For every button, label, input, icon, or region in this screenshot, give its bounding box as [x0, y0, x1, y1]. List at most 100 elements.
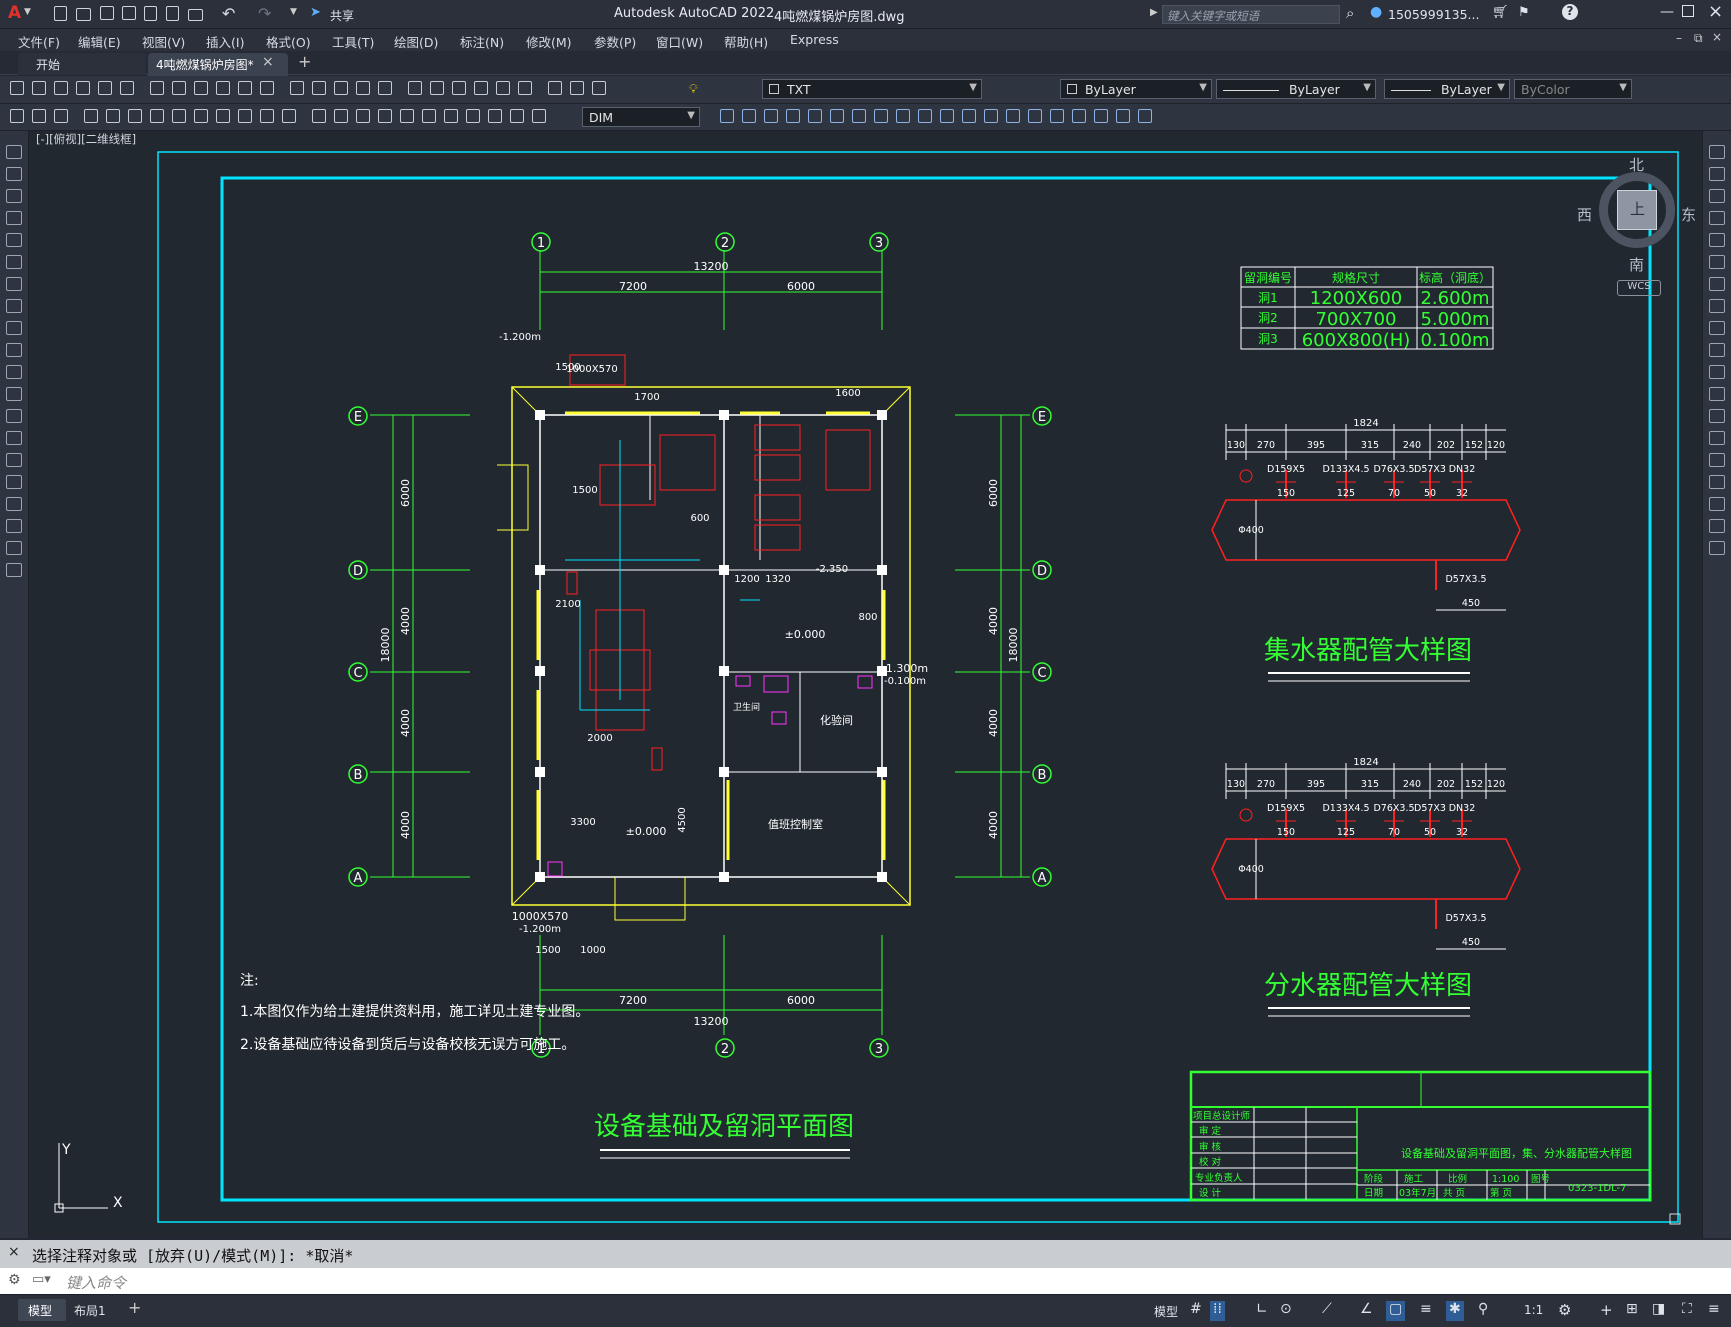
command-input[interactable]: 键入命令	[66, 1272, 126, 1293]
user-account[interactable]: 1505999135...	[1388, 7, 1479, 22]
plot-preview-icon[interactable]	[98, 81, 112, 95]
draw-tool-17-icon[interactable]	[6, 497, 22, 511]
open-icon[interactable]	[32, 81, 46, 95]
modify-side-tool-4-icon[interactable]	[1709, 211, 1725, 225]
modify-side-tool-13-icon[interactable]	[1709, 409, 1725, 423]
save-web-icon[interactable]	[166, 6, 179, 21]
draw-tool-12-icon[interactable]	[6, 387, 22, 401]
viewport-controls[interactable]: [-][俯视][二维线框]	[36, 132, 136, 147]
wcs-menu[interactable]: WCS	[1617, 280, 1661, 296]
maximize-button[interactable]	[1682, 5, 1694, 17]
modify-tool-17-icon[interactable]	[1072, 109, 1086, 123]
dim-tool-10-icon[interactable]	[216, 109, 230, 123]
search-box[interactable]: 键入关键字或短语	[1162, 5, 1340, 24]
modify-side-tool-17-icon[interactable]	[1709, 497, 1725, 511]
draw-tool-2-icon[interactable]	[6, 167, 22, 181]
draw-tool-13-icon[interactable]	[6, 409, 22, 423]
modify-side-tool-18-icon[interactable]	[1709, 519, 1725, 533]
draw-tool-16-icon[interactable]	[6, 475, 22, 489]
draw-tool-15-icon[interactable]	[6, 453, 22, 467]
design-center-icon[interactable]	[452, 81, 466, 95]
quickcalc-icon[interactable]	[548, 81, 562, 95]
modify-side-tool-15-icon[interactable]	[1709, 453, 1725, 467]
3dprint-icon[interactable]	[150, 81, 164, 95]
search-input[interactable]: 键入关键字或短语	[1167, 8, 1259, 24]
plot-icon[interactable]	[76, 81, 90, 95]
undo-icon[interactable]: ↶	[222, 4, 235, 23]
units-icon[interactable]: ⊞	[1626, 1301, 1638, 1321]
modify-tool-13-icon[interactable]	[984, 109, 998, 123]
dim-tool-12-icon[interactable]	[260, 109, 274, 123]
viewcube-east[interactable]: 东	[1681, 204, 1696, 225]
share-icon[interactable]: ➤	[310, 5, 321, 20]
dim-tool-7-icon[interactable]	[150, 109, 164, 123]
modify-side-tool-10-icon[interactable]	[1709, 343, 1725, 357]
paste-icon[interactable]	[216, 81, 230, 95]
dim-tool-24-icon[interactable]	[532, 109, 546, 123]
modify-tool-3-icon[interactable]	[764, 109, 778, 123]
menu-window[interactable]: 窗口(W)	[656, 32, 703, 51]
menu-insert[interactable]: 插入(I)	[206, 32, 244, 51]
workspace-arrow-icon[interactable]: ▼	[290, 7, 297, 17]
app-menu-arrow-icon[interactable]: ▼	[24, 7, 31, 17]
new-tab-icon[interactable]: +	[298, 52, 311, 71]
doc-minimize-button[interactable]: –	[1676, 31, 1682, 45]
zoom-realtime-icon[interactable]	[356, 81, 370, 95]
viewcube-north[interactable]: 北	[1629, 154, 1644, 175]
model-space-button[interactable]: 模型	[1154, 1303, 1178, 1320]
menu-view[interactable]: 视图(V)	[142, 32, 185, 51]
dim-tool-6-icon[interactable]	[128, 109, 142, 123]
cart-icon[interactable]: 🛒︎	[1492, 5, 1509, 20]
autodesk-app-icon[interactable]: ⚑	[1518, 5, 1530, 20]
block-editor-icon[interactable]	[260, 81, 274, 95]
modify-tool-19-icon[interactable]	[1116, 109, 1130, 123]
zoom-window-icon[interactable]	[378, 81, 392, 95]
tab-drawing[interactable]: 4吨燃煤锅炉房图* ×	[148, 53, 288, 76]
command-prompt-icon[interactable]: ▭▾	[32, 1272, 51, 1287]
modify-side-tool-14-icon[interactable]	[1709, 431, 1725, 445]
doc-restore-button[interactable]: ⧉	[1694, 31, 1703, 46]
properties-icon[interactable]	[430, 81, 444, 95]
close-button[interactable]: ×	[1708, 1, 1723, 22]
modify-tool-9-icon[interactable]	[896, 109, 910, 123]
menu-tools[interactable]: 工具(T)	[332, 32, 374, 51]
draw-tool-8-icon[interactable]	[6, 299, 22, 313]
draw-tool-7-icon[interactable]	[6, 277, 22, 291]
annotation-scale[interactable]: 1:1	[1524, 1303, 1543, 1323]
draw-tool-5-icon[interactable]	[6, 233, 22, 247]
undo-icon[interactable]	[290, 81, 304, 95]
modify-tool-16-icon[interactable]	[1050, 109, 1064, 123]
modify-tool-5-icon[interactable]	[808, 109, 822, 123]
customize-status-icon[interactable]: ≡	[1708, 1301, 1720, 1321]
tab-start[interactable]: 开始	[18, 53, 146, 75]
ortho-icon[interactable]: ∟	[1256, 1301, 1268, 1321]
menu-format[interactable]: 格式(O)	[266, 32, 311, 51]
menu-help[interactable]: 帮助(H)	[724, 32, 768, 51]
draw-tool-10-icon[interactable]	[6, 343, 22, 357]
tab-model[interactable]: 模型	[18, 1299, 66, 1321]
modify-tool-10-icon[interactable]	[918, 109, 932, 123]
snap-icon[interactable]: ⁞⁞	[1210, 1301, 1225, 1321]
draw-tool-6-icon[interactable]	[6, 255, 22, 269]
dim-tool-22-icon[interactable]	[488, 109, 502, 123]
workspace-gear-icon[interactable]: ⚙	[1558, 1301, 1571, 1321]
dim-tool-1-icon[interactable]	[10, 109, 24, 123]
layer-dropdown[interactable]: 💡︎ TXT ▼	[689, 79, 982, 99]
menu-express[interactable]: Express	[790, 32, 839, 47]
menu-edit[interactable]: 编辑(E)	[78, 32, 121, 51]
modify-tool-14-icon[interactable]	[1006, 109, 1020, 123]
modify-tool-2-icon[interactable]	[742, 109, 756, 123]
customize-icon[interactable]: ⚙	[8, 1272, 21, 1288]
modify-tool-18-icon[interactable]	[1094, 109, 1108, 123]
draw-tool-18-icon[interactable]	[6, 519, 22, 533]
osnap-icon[interactable]: ▢	[1386, 1301, 1406, 1321]
dim-tool-16-icon[interactable]	[356, 109, 370, 123]
save-as-icon[interactable]	[122, 6, 136, 20]
draw-tool-1-icon[interactable]	[6, 145, 22, 159]
modify-side-tool-11-icon[interactable]	[1709, 365, 1725, 379]
menu-dimension[interactable]: 标注(N)	[460, 32, 504, 51]
search-expand-icon[interactable]: ▶	[1150, 7, 1158, 18]
open-web-icon[interactable]	[144, 6, 157, 21]
modify-side-tool-2-icon[interactable]	[1709, 167, 1725, 181]
modify-side-tool-16-icon[interactable]	[1709, 475, 1725, 489]
